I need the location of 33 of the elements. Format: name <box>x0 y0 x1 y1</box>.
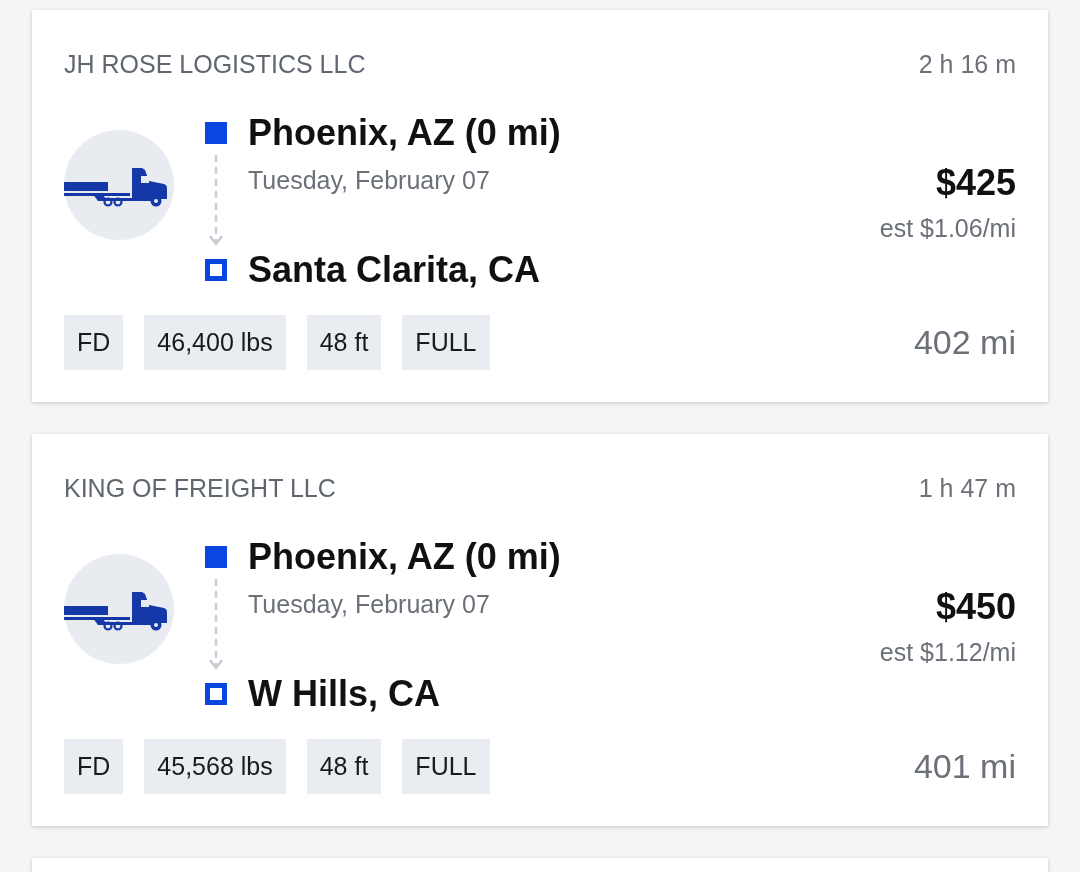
load-card[interactable]: KING OF FREIGHT LLC 1 h 47 m Phoenix, AZ (0 mi) Tuesday, February 07 W Hills, CA $450 est $1.12/mi FD 45,568 lbs 48 ft FULL 401 mi <box>32 434 1048 826</box>
rate-per-mile: est $1.06/mi <box>879 213 1016 244</box>
tag: 48 ft <box>306 739 382 794</box>
price: $425 <box>935 161 1016 205</box>
origin-marker-icon <box>205 122 227 144</box>
destination-marker-icon <box>205 683 227 705</box>
tag: 48 ft <box>306 315 382 370</box>
load-card[interactable]: JH ROSE LOGISTICS LLC 2 h 16 m Phoenix, AZ (0 mi) Tuesday, February 07 Santa Clarita, CA $425 est $1.06/mi FD 46,400 lbs 48 ft FULL 402 mi <box>32 10 1048 402</box>
company-name: JH ROSE LOGISTICS LLC <box>64 49 366 80</box>
trip-distance: 402 mi <box>913 323 1016 362</box>
posted-age: 1 h 47 m <box>918 473 1016 504</box>
tag: FULL <box>402 739 490 794</box>
pickup-date: Tuesday, February 07 <box>248 590 490 618</box>
truck-icon <box>64 130 174 240</box>
tag: FD <box>64 739 124 794</box>
destination-city: Santa Clarita, CA <box>248 248 542 292</box>
origin-marker-icon <box>205 546 227 568</box>
price: $450 <box>935 585 1016 629</box>
origin-city: Phoenix, AZ (0 mi) <box>248 111 561 155</box>
rate-per-mile: est $1.12/mi <box>879 637 1016 668</box>
origin-city: Phoenix, AZ (0 mi) <box>248 535 561 579</box>
tag: 45,568 lbs <box>144 739 286 794</box>
trip-distance: 401 mi <box>913 747 1016 786</box>
posted-age: 2 h 16 m <box>918 49 1016 80</box>
pickup-date: Tuesday, February 07 <box>248 166 490 194</box>
tag: FULL <box>402 315 490 370</box>
truck-icon <box>64 554 174 664</box>
tag: 46,400 lbs <box>144 315 286 370</box>
destination-city: W Hills, CA <box>248 672 441 716</box>
destination-marker-icon <box>205 259 227 281</box>
load-card[interactable] <box>32 858 1048 872</box>
tag: FD <box>64 315 124 370</box>
company-name: KING OF FREIGHT LLC <box>64 473 336 504</box>
